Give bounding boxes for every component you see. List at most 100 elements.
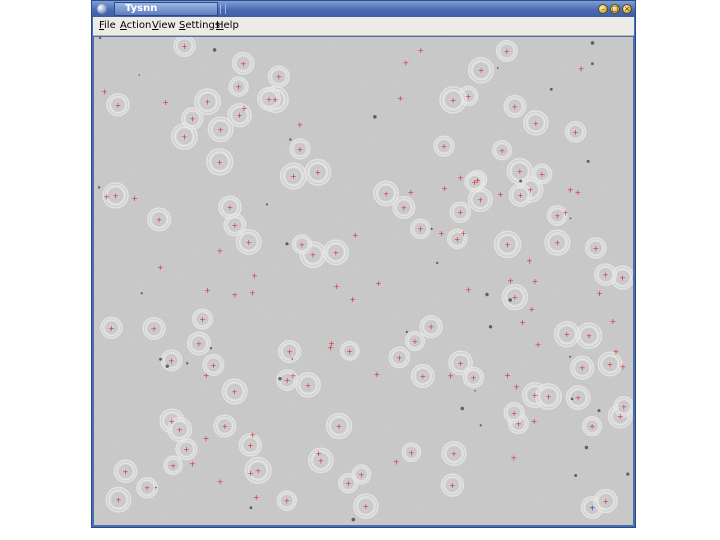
particle-marker[interactable]: + (589, 422, 596, 431)
maximize-button[interactable]: □ (610, 4, 620, 14)
particle-marker[interactable]: + (408, 448, 415, 457)
particle-marker[interactable]: + (203, 434, 210, 443)
particle-marker[interactable]: + (592, 244, 599, 253)
particle-marker[interactable]: + (441, 184, 448, 193)
particle-marker[interactable]: + (310, 251, 317, 260)
particle-marker[interactable]: + (621, 403, 628, 412)
particle-marker[interactable]: + (314, 168, 321, 177)
particle-marker[interactable]: + (240, 59, 247, 68)
particle-marker[interactable]: + (515, 420, 522, 429)
particle-marker[interactable]: + (526, 257, 533, 266)
particle-marker[interactable]: + (181, 42, 188, 51)
particle-marker[interactable]: + (251, 271, 258, 280)
particle-marker[interactable]: + (333, 282, 340, 291)
particle-marker[interactable]: + (470, 373, 477, 382)
particle-marker[interactable]: + (417, 46, 424, 55)
particle-marker[interactable]: + (407, 188, 414, 197)
particle-marker[interactable]: + (607, 360, 614, 369)
particle-marker[interactable]: + (572, 128, 579, 137)
particle-marker[interactable]: + (189, 459, 196, 468)
particle-marker[interactable]: + (144, 484, 151, 493)
close-button[interactable]: × (622, 4, 632, 14)
particle-marker[interactable]: + (305, 381, 312, 390)
particle-marker[interactable]: + (578, 65, 585, 74)
particle-marker[interactable]: + (517, 191, 524, 200)
menu-help[interactable]: Help (216, 19, 239, 33)
particle-marker[interactable]: + (247, 469, 254, 478)
title-bar[interactable]: Tysnn – □ × (92, 1, 635, 17)
particle-marker[interactable]: + (511, 454, 518, 463)
menu-action[interactable]: Action (120, 19, 151, 33)
particle-marker[interactable]: + (396, 353, 403, 362)
micrograph-image[interactable]: + + + + + + + + + + + + + + + + + + + + + + + + + + + + + + + + + + + + + + + +… (94, 37, 633, 525)
particle-marker[interactable]: + (465, 286, 472, 295)
particle-marker[interactable]: + (516, 167, 523, 176)
particle-marker[interactable]: + (596, 289, 603, 298)
menu-settings[interactable]: Settings (179, 19, 220, 33)
particle-marker[interactable]: + (217, 125, 224, 134)
particle-marker[interactable]: + (103, 193, 110, 202)
particle-marker[interactable]: + (333, 248, 340, 257)
particle-marker[interactable]: + (383, 189, 390, 198)
particle-marker[interactable]: + (231, 388, 238, 397)
particle-marker[interactable]: + (535, 340, 542, 349)
particle-marker[interactable]: + (232, 221, 239, 230)
particle-marker[interactable]: + (504, 371, 511, 380)
particle-marker[interactable]: + (497, 190, 504, 199)
particle-marker[interactable]: + (272, 96, 279, 105)
particle-marker[interactable]: + (609, 317, 616, 326)
particle-marker[interactable]: + (567, 185, 574, 194)
particle-marker[interactable]: + (450, 96, 457, 105)
particle-marker[interactable]: + (457, 359, 464, 368)
particle-marker[interactable]: + (115, 101, 122, 110)
particle-marker[interactable]: + (393, 457, 400, 466)
micrograph-viewport[interactable]: + + + + + + + + + + + + + + + + + + + + + + + + + + + + + + + + + + + + + + + +… (94, 37, 633, 525)
particle-marker[interactable]: + (221, 422, 228, 431)
particle-marker[interactable]: + (232, 291, 239, 300)
particle-marker[interactable]: + (528, 305, 535, 314)
particle-marker[interactable]: + (562, 208, 569, 217)
particle-marker[interactable]: + (513, 382, 520, 391)
particle-marker[interactable]: + (358, 470, 365, 479)
particle-marker[interactable]: + (438, 229, 445, 238)
particle-marker[interactable]: + (519, 318, 526, 327)
particle-marker[interactable]: + (122, 467, 129, 476)
particle-marker[interactable]: + (249, 289, 256, 298)
particle-marker[interactable]: + (412, 337, 419, 346)
particle-marker[interactable]: + (284, 376, 291, 385)
particle-marker[interactable]: + (247, 441, 254, 450)
particle-marker[interactable]: + (236, 111, 243, 120)
particle-marker[interactable]: + (507, 276, 514, 285)
particle-marker[interactable]: + (235, 83, 242, 92)
particle-marker[interactable]: + (428, 323, 435, 332)
particle-marker[interactable]: + (189, 114, 196, 123)
particle-marker[interactable]: + (417, 225, 424, 234)
particle-marker[interactable]: + (451, 450, 458, 459)
particle-marker[interactable]: + (352, 231, 359, 240)
particle-marker[interactable]: + (460, 229, 467, 238)
menu-view[interactable]: View (152, 19, 176, 33)
particle-marker[interactable]: + (449, 481, 456, 490)
particle-marker[interactable]: + (602, 497, 609, 506)
particle-marker[interactable]: + (575, 188, 582, 197)
particle-marker[interactable]: + (101, 88, 108, 97)
particle-marker[interactable]: + (196, 340, 203, 349)
selected-particle-marker[interactable]: + (589, 503, 596, 512)
particle-marker[interactable]: + (181, 133, 188, 142)
particle-marker[interactable]: + (478, 66, 485, 75)
particle-marker[interactable]: + (527, 186, 534, 195)
particle-marker[interactable]: + (532, 119, 539, 128)
particle-marker[interactable]: + (253, 493, 260, 502)
particle-marker[interactable]: + (227, 203, 234, 212)
particle-marker[interactable]: + (619, 362, 626, 371)
app-icon[interactable] (97, 4, 107, 14)
particle-marker[interactable]: + (255, 466, 262, 475)
particle-marker[interactable]: + (539, 170, 546, 179)
particle-marker[interactable]: + (290, 372, 297, 381)
particle-marker[interactable]: + (402, 58, 409, 67)
particle-marker[interactable]: + (441, 142, 448, 151)
particle-marker[interactable]: + (245, 238, 252, 247)
particle-marker[interactable]: + (349, 295, 356, 304)
particle-marker[interactable]: + (363, 502, 370, 511)
particle-marker[interactable]: + (447, 372, 454, 381)
